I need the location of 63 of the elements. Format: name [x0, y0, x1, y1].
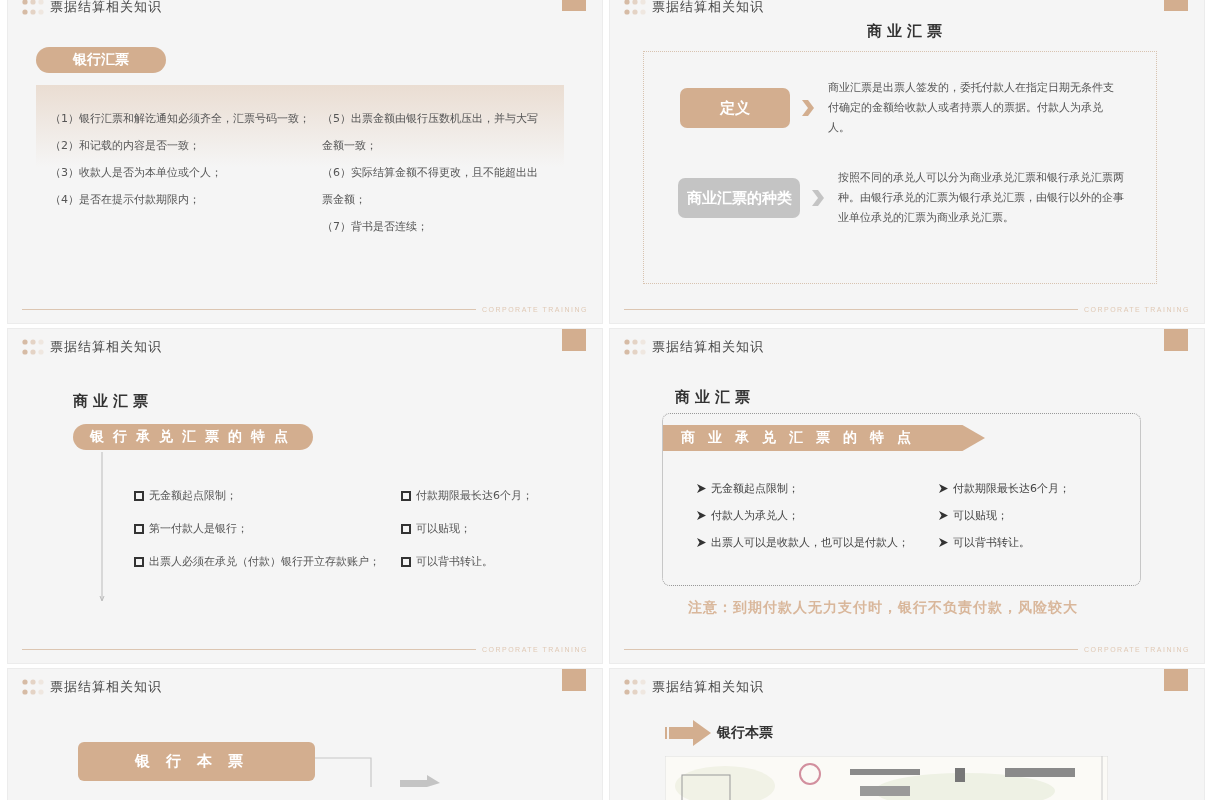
slide-header: 票据结算相关知识	[50, 338, 162, 356]
section-heading: 银行本票	[717, 724, 773, 742]
list-item: 付款人为承兑人；	[711, 508, 799, 523]
square-bullet-icon	[401, 523, 411, 534]
arrowhead-bullet-icon	[697, 538, 706, 547]
slide-header: 票据结算相关知识	[652, 0, 764, 16]
label-box: 商业汇票的种类	[678, 178, 800, 218]
list-item: 付款期限最长达6个月；	[416, 488, 533, 503]
slide-header: 票据结算相关知识	[652, 338, 764, 356]
dots-icon	[624, 339, 646, 355]
square-bullet-icon	[401, 556, 411, 567]
list-item: 可以贴现；	[416, 521, 471, 536]
list-item: 出票人可以是收款人，也可以是付款人；	[711, 535, 909, 550]
square-bullet-icon	[134, 490, 144, 501]
list-item: 可以背书转让。	[953, 535, 1030, 550]
dots-icon	[624, 679, 646, 695]
dots-icon	[22, 0, 44, 15]
slide-header: 票据结算相关知识	[50, 0, 162, 16]
slide-title: 商业汇票	[73, 392, 154, 411]
dots-icon	[22, 339, 44, 355]
list-item: （4）是否在提示付款期限内；	[50, 192, 201, 208]
list-item: 可以背书转让。	[416, 554, 493, 569]
section-banner: 商业承兑汇票的特点	[663, 425, 985, 451]
chevron-icon	[812, 190, 824, 206]
corner-square	[562, 669, 586, 691]
arrowhead-bullet-icon	[939, 538, 948, 547]
list-item: 出票人必须在承兑（付款）银行开立存款账户；	[149, 554, 380, 569]
corner-square	[1164, 329, 1188, 351]
list-item: （1）银行汇票和解讫通知必须齐全，汇票号码一致；	[50, 111, 311, 127]
square-bullet-icon	[134, 523, 144, 534]
note-text: 注意：到期付款人无力支付时，银行不负责付款，风险较大	[688, 599, 1079, 617]
description-text: 按照不同的承兑人可以分为商业承兑汇票和银行承兑汇票两种。由银行承兑的汇票为银行承兑汇票，由银行以外的企事业单位承兑的汇票为商业承兑汇票。	[838, 170, 1125, 226]
list-item: （6）实际结算金额不得更改，且不能超出出票金额；	[322, 165, 539, 208]
square-bullet-icon	[401, 490, 411, 501]
list-item: （3）收款人是否为本单位或个人；	[50, 165, 223, 181]
list-item: （2）和记载的内容是否一致；	[50, 138, 201, 154]
description-text: 商业汇票是出票人签发的，委托付款人在指定日期无条件支付确定的金额给收款人或者持票人的票据。付款人为承兑人。	[828, 80, 1115, 136]
title-box: 银行本票	[78, 742, 315, 781]
list-item: 可以贴现；	[953, 508, 1008, 523]
slide-header: 票据结算相关知识	[50, 678, 162, 696]
list-item: 第一付款人是银行；	[149, 521, 248, 536]
right-arrow-icon	[665, 720, 711, 746]
dots-icon	[624, 0, 646, 15]
chevron-icon	[802, 100, 814, 116]
arrowhead-bullet-icon	[697, 511, 706, 520]
section-pill: 银行承兑汇票的特点	[73, 424, 313, 450]
arrowhead-bullet-icon	[939, 484, 948, 493]
slide-title: 商业汇票	[675, 388, 756, 407]
list-item: （7）背书是否连续；	[322, 219, 429, 235]
square-bullet-icon	[134, 556, 144, 567]
corner-square	[1164, 669, 1188, 691]
corner-square	[562, 329, 586, 351]
arrowhead-bullet-icon	[939, 511, 948, 520]
list-item: （5）出票金额由银行压数机压出，并与大写金额一致；	[322, 111, 539, 154]
list-item: 付款期限最长达6个月；	[953, 481, 1070, 496]
list-item: 无金额起点限制；	[711, 481, 799, 496]
dots-icon	[22, 679, 44, 695]
list-item: 无金额起点限制；	[149, 488, 237, 503]
slide-title: 商业汇票	[866, 22, 948, 41]
slide-header: 票据结算相关知识	[652, 678, 764, 696]
arrowhead-bullet-icon	[697, 484, 706, 493]
section-pill: 银行汇票	[36, 47, 166, 73]
label-box: 定义	[680, 88, 790, 128]
